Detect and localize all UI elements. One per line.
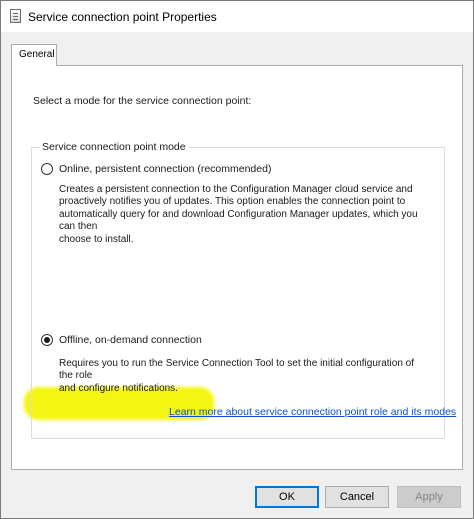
title-bar[interactable]: Service connection point Properties (1, 1, 473, 32)
tab-general-label: General (19, 49, 55, 60)
online-desc-line-3: automatically query for and download Con… (59, 208, 418, 233)
groupbox-title: Service connection point mode (40, 141, 188, 153)
tab-general[interactable]: General (11, 44, 57, 66)
offline-mode-label[interactable]: Offline, on-demand connection (59, 334, 202, 346)
online-mode-description: Creates a persistent connection to the C… (59, 184, 429, 246)
online-mode-radio[interactable] (41, 163, 53, 175)
apply-button[interactable]: Apply (397, 486, 461, 508)
online-desc-line-1: Creates a persistent connection to the C… (59, 184, 413, 195)
online-desc-line-4: choose to install. (59, 233, 134, 245)
offline-mode-radio[interactable] (41, 334, 53, 346)
window-title: Service connection point Properties (28, 10, 217, 24)
ok-button[interactable]: OK (255, 486, 319, 508)
properties-dialog: Service connection point Properties Gene… (0, 0, 474, 519)
general-tab-panel: Select a mode for the service connection… (11, 65, 463, 470)
mode-prompt: Select a mode for the service connection… (33, 95, 252, 107)
properties-window-icon (10, 9, 21, 23)
learn-more-link[interactable]: Learn more about service connection poin… (169, 406, 456, 418)
online-desc-line-2: proactively notifies you of updates. Thi… (59, 196, 406, 208)
online-mode-label[interactable]: Online, persistent connection (recommend… (59, 163, 271, 175)
offline-mode-description: Requires you to run the Service Connecti… (59, 358, 429, 395)
offline-desc-line-1: Requires you to run the Service Connecti… (59, 358, 415, 382)
offline-desc-line-2: and configure notifications. (59, 382, 178, 394)
cancel-button[interactable]: Cancel (325, 486, 389, 508)
